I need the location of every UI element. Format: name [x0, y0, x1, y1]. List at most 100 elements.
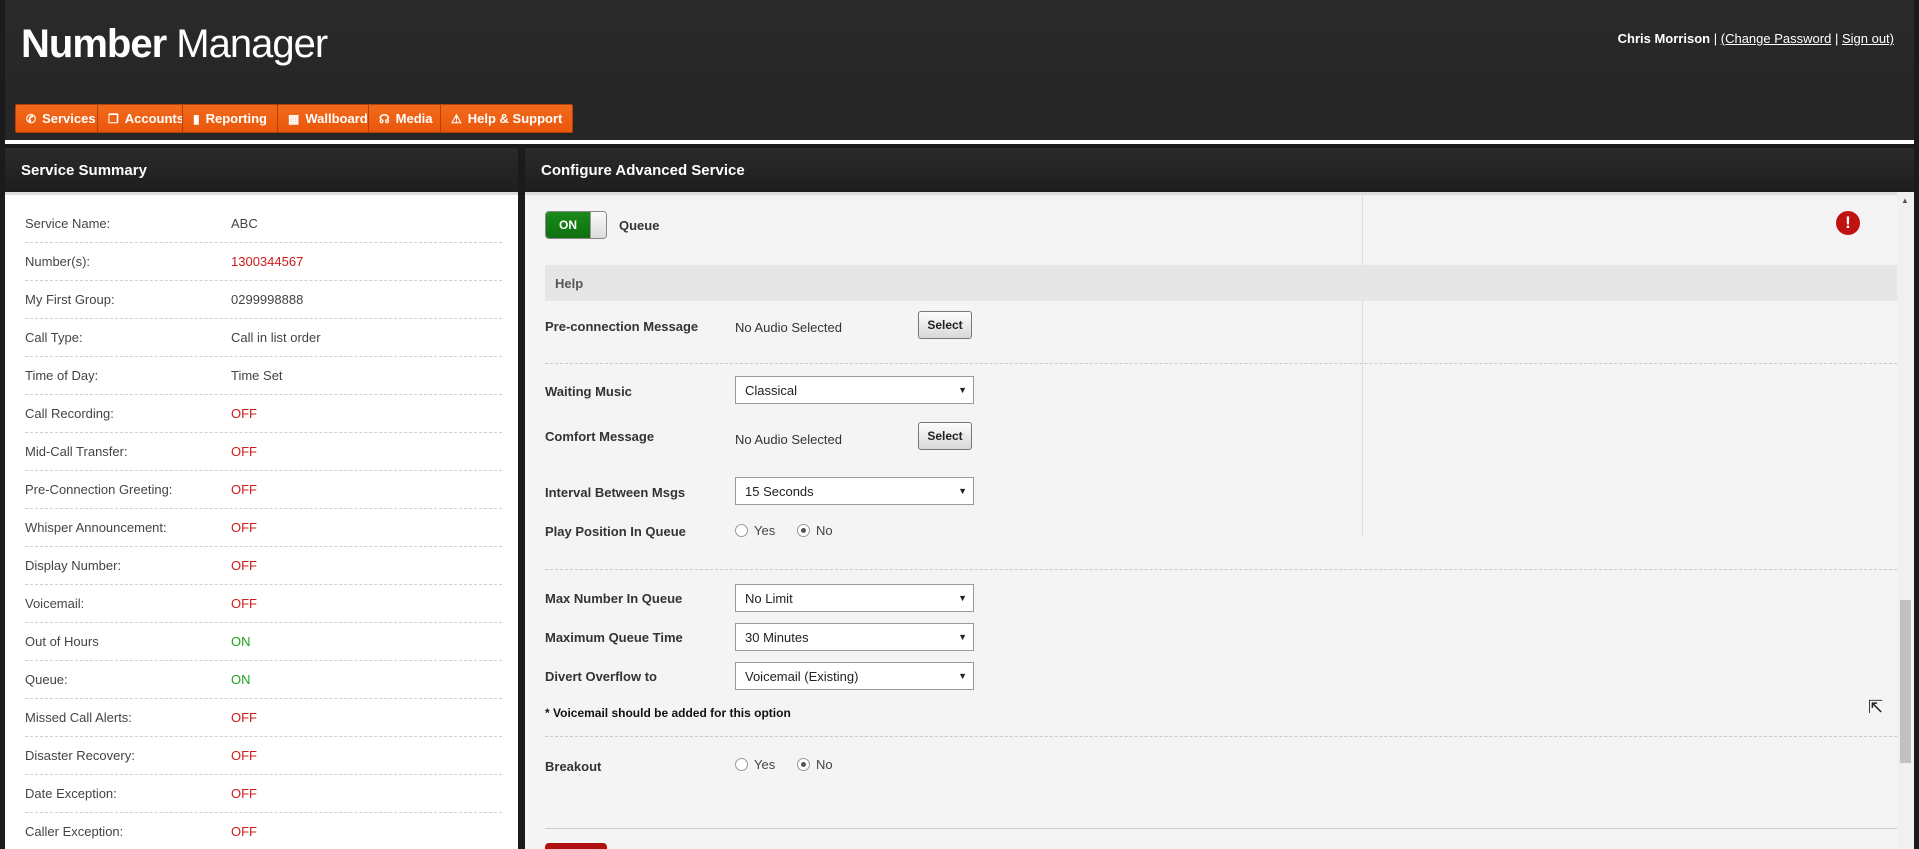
summary-value: OFF	[231, 444, 257, 459]
nav-reporting-button[interactable]: ▮ Reporting	[182, 104, 278, 133]
scrollbar-thumb[interactable]	[1900, 600, 1911, 763]
summary-row-mid-call-transfer: Mid-Call Transfer: OFF	[25, 433, 502, 471]
preconnection-select-button[interactable]: Select	[918, 311, 972, 339]
alert-icon[interactable]: !	[1836, 211, 1860, 235]
next-section-toggle[interactable]	[545, 843, 607, 849]
dropdown-value: 15 Seconds	[745, 483, 814, 499]
configure-service-header: Configure Advanced Service	[525, 148, 1914, 192]
summary-row-call-recording: Call Recording: OFF	[25, 395, 502, 433]
nav-wallboard-button[interactable]: ▦ Wallboard	[277, 104, 379, 133]
breakout-yes-radio[interactable]: Yes	[735, 757, 775, 772]
radio-dot	[797, 758, 810, 771]
summary-row-disaster-recovery: Disaster Recovery: OFF	[25, 737, 502, 775]
dropdown-value: Classical	[745, 382, 798, 398]
radio-label: No	[816, 757, 833, 772]
summary-row-queue: Queue: ON	[25, 661, 502, 699]
summary-key: Whisper Announcement:	[25, 520, 167, 535]
max-time-dropdown[interactable]: 30 Minutes ▼	[735, 623, 974, 651]
scroll-up-icon[interactable]: ▲	[1901, 196, 1909, 205]
summary-key: Voicemail:	[25, 596, 85, 611]
summary-value: ABC	[231, 216, 258, 231]
summary-value: 0299998888	[231, 292, 304, 307]
summary-key: Out of Hours	[25, 634, 99, 649]
nav-label: Media	[395, 111, 433, 126]
app-logo: Number Manager	[21, 22, 328, 67]
nav-label: Reporting	[205, 111, 267, 126]
main-nav: ✆ Services ❐ Accounts ▮ Reporting ▦ Wallboar…	[5, 94, 1914, 144]
radio-dot	[735, 524, 748, 537]
radio-label: Yes	[754, 523, 776, 538]
grid-icon: ▦	[288, 111, 300, 126]
change-password-link[interactable]: (Change Password	[1721, 31, 1832, 46]
max-number-dropdown[interactable]: No Limit ▼	[735, 584, 974, 612]
summary-value: OFF	[231, 786, 257, 801]
summary-row-display-number: Display Number: OFF	[25, 547, 502, 585]
summary-key: Missed Call Alerts:	[25, 710, 132, 725]
summary-key: Call Recording:	[25, 406, 114, 421]
summary-value: ON	[231, 634, 251, 649]
waiting-music-dropdown[interactable]: Classical ▼	[735, 376, 974, 404]
column-divider	[1362, 195, 1363, 537]
chevron-down-icon: ▼	[958, 593, 967, 603]
radio-label: No	[816, 523, 833, 538]
summary-key: Time of Day:	[25, 368, 99, 383]
breakout-no-radio[interactable]: No	[797, 757, 833, 772]
user-name: Chris Morrison	[1617, 31, 1711, 46]
phone-icon: ✆	[26, 111, 37, 126]
summary-row-first-group: My First Group: 0299998888	[25, 281, 502, 319]
summary-value: OFF	[231, 520, 257, 535]
document-icon: ❐	[108, 111, 119, 126]
summary-key: Service Name:	[25, 216, 111, 231]
help-label: Help	[555, 276, 584, 291]
comfort-select-button[interactable]: Select	[918, 422, 972, 450]
nav-services-button[interactable]: ✆ Services	[15, 104, 107, 133]
comfort-message-label: Comfort Message	[545, 429, 655, 444]
summary-row-voicemail: Voicemail: OFF	[25, 585, 502, 623]
dropdown-value: 30 Minutes	[745, 629, 809, 645]
divert-dropdown[interactable]: Voicemail (Existing) ▼	[735, 662, 974, 690]
mouse-cursor-icon: ⇱	[1868, 697, 1884, 717]
summary-value: OFF	[231, 482, 257, 497]
divider	[545, 828, 1897, 829]
summary-value: OFF	[231, 596, 257, 611]
help-bar[interactable]: Help	[545, 265, 1897, 301]
nav-help-support-button[interactable]: ⚠ Help & Support	[440, 104, 574, 133]
radio-dot	[797, 524, 810, 537]
summary-row-caller-exception: Caller Exception: OFF	[25, 813, 502, 849]
queue-toggle[interactable]: ON	[545, 211, 607, 239]
right-panel-scrollbar[interactable]: ▲	[1897, 192, 1914, 849]
queue-label: Queue	[619, 218, 660, 233]
chevron-down-icon: ▼	[958, 486, 967, 496]
logo-bold: Number	[21, 22, 167, 66]
play-position-no-radio[interactable]: No	[797, 523, 833, 538]
configure-service-panel: ON Queue ! Help Pre-connection Message N…	[525, 192, 1914, 849]
bar-chart-icon: ▮	[193, 111, 200, 126]
sign-out-link[interactable]: Sign out)	[1842, 31, 1894, 46]
play-position-yes-radio[interactable]: Yes	[735, 523, 775, 538]
nav-accounts-button[interactable]: ❐ Accounts	[97, 104, 195, 133]
summary-key: Call Type:	[25, 330, 83, 345]
divider	[545, 363, 1897, 364]
summary-value: ON	[231, 672, 251, 687]
summary-value: 1300344567	[231, 254, 304, 269]
nav-media-button[interactable]: ☊ Media	[368, 104, 444, 133]
summary-key: Caller Exception:	[25, 824, 124, 839]
divider	[545, 736, 1897, 737]
service-summary-header: Service Summary	[5, 148, 518, 192]
summary-row-missed-call-alerts: Missed Call Alerts: OFF	[25, 699, 502, 737]
summary-value: Call in list order	[231, 330, 321, 345]
summary-value: OFF	[231, 824, 257, 839]
breakout-label: Breakout	[545, 759, 602, 774]
summary-key: Date Exception:	[25, 786, 117, 801]
chevron-down-icon: ▼	[958, 632, 967, 642]
summary-key: Mid-Call Transfer:	[25, 444, 128, 459]
separator: |	[1713, 31, 1718, 46]
chevron-down-icon: ▼	[958, 671, 967, 681]
toggle-knob	[590, 212, 606, 238]
summary-value: OFF	[231, 406, 257, 421]
summary-value: OFF	[231, 558, 257, 573]
summary-key: Disaster Recovery:	[25, 748, 135, 763]
interval-dropdown[interactable]: 15 Seconds ▼	[735, 477, 974, 505]
summary-key: My First Group:	[25, 292, 115, 307]
summary-row-out-of-hours: Out of Hours ON	[25, 623, 502, 661]
